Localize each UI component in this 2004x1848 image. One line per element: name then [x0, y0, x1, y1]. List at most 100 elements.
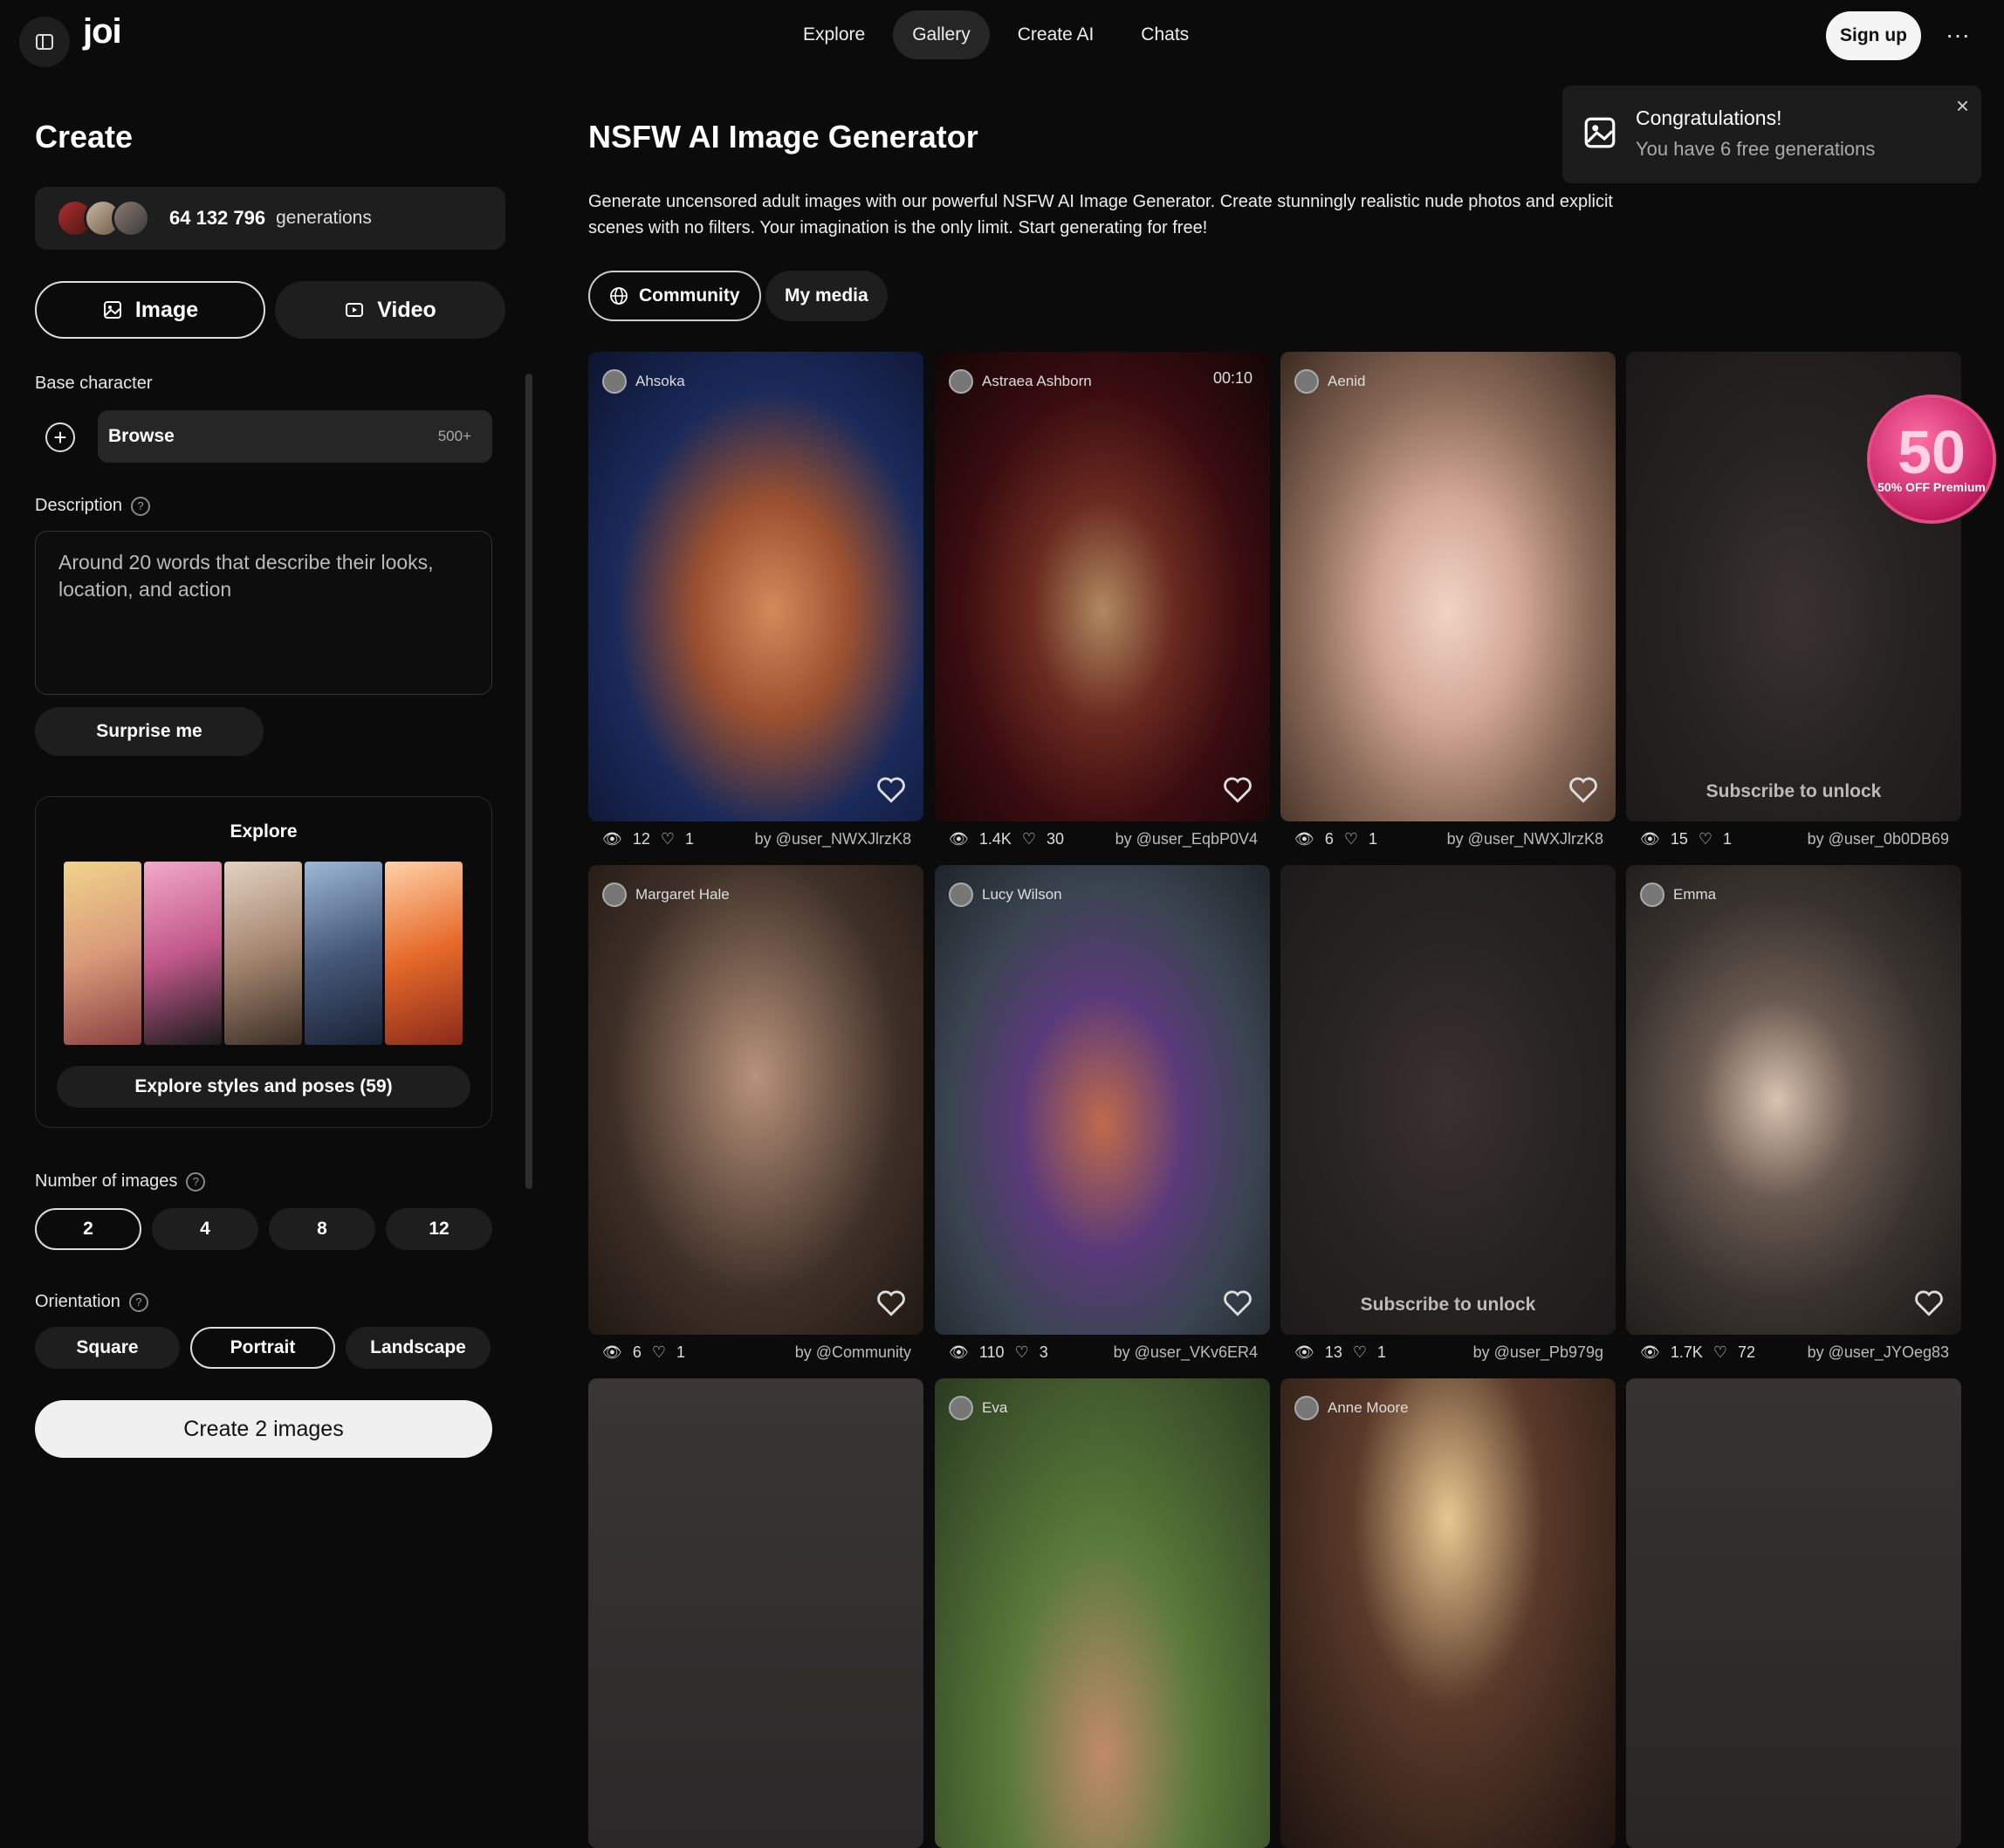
heart-icon: ♡	[1352, 1343, 1368, 1361]
create-sidebar: Create 64 132 796 generations Image Vide…	[35, 70, 505, 1507]
card-image[interactable]: Anne Moore	[1280, 1378, 1616, 1848]
count-option-8[interactable]: 8	[269, 1208, 375, 1250]
heart-icon[interactable]	[876, 1289, 906, 1317]
help-icon[interactable]: ?	[128, 1292, 148, 1312]
eye-icon: 👁	[1640, 830, 1660, 848]
generations-label: generations	[276, 208, 372, 228]
card-views: 1.4K	[978, 830, 1012, 848]
card-creator[interactable]: by @user_NWXJlrzK8	[1447, 830, 1603, 848]
filter-my-media-button[interactable]: My media	[765, 271, 888, 321]
style-thumbnail[interactable]	[385, 862, 463, 1045]
card-creator[interactable]: by @user_JYOeg83	[1808, 1343, 1949, 1362]
video-icon	[346, 303, 364, 317]
card-views: 110	[978, 1343, 1005, 1361]
explore-title: Explore	[230, 821, 298, 842]
signup-button[interactable]: Sign up	[1826, 11, 1921, 60]
card-image-locked[interactable]	[588, 1378, 923, 1848]
close-icon[interactable]: ×	[1956, 93, 1969, 120]
heart-icon[interactable]	[1568, 776, 1598, 804]
nav-create-ai[interactable]: Create AI	[999, 10, 1114, 59]
heart-icon[interactable]	[1223, 776, 1252, 804]
card-image[interactable]: Eva	[935, 1378, 1270, 1848]
card-creator[interactable]: by @user_EqbP0V4	[1115, 830, 1258, 848]
card-name: Margaret Hale	[635, 886, 730, 903]
nav-gallery[interactable]: Gallery	[893, 10, 990, 59]
add-character-icon[interactable]: +	[45, 422, 75, 452]
video-duration: 00:10	[1212, 369, 1252, 387]
avatar	[1640, 883, 1664, 907]
heart-icon[interactable]	[1223, 1289, 1252, 1317]
discount-text: 50% OFF Premium	[1877, 480, 1986, 494]
card-image-locked[interactable]: Subscribe to unlock	[1280, 865, 1616, 1335]
card-image[interactable]: Ahsoka	[588, 352, 923, 821]
subscribe-to-unlock[interactable]: Subscribe to unlock	[1626, 781, 1961, 802]
card-creator[interactable]: by @user_VKv6ER4	[1114, 1343, 1258, 1362]
card-creator[interactable]: by @user_0b0DB69	[1808, 830, 1949, 848]
orientation-landscape[interactable]: Landscape	[346, 1327, 491, 1369]
count-option-12[interactable]: 12	[386, 1208, 492, 1250]
orientation-portrait[interactable]: Portrait	[190, 1327, 335, 1369]
orientation-square[interactable]: Square	[35, 1327, 180, 1369]
card-image[interactable]: Margaret Hale	[588, 865, 923, 1335]
card-stats: 👁 110 ♡ 3	[949, 1343, 1048, 1362]
description-input[interactable]: Around 20 words that describe their look…	[35, 531, 492, 695]
style-thumbnail[interactable]	[64, 862, 141, 1045]
card-stats: 👁 15 ♡ 1	[1640, 830, 1732, 848]
card-stats: 👁 6 ♡ 1	[602, 1343, 685, 1362]
create-images-button[interactable]: Create 2 images	[35, 1400, 492, 1458]
card-creator[interactable]: by @user_NWXJlrzK8	[755, 830, 911, 848]
card-stats: 👁 13 ♡ 1	[1294, 1343, 1386, 1362]
sidebar-scrollbar[interactable]	[525, 374, 532, 1189]
avatar	[602, 369, 627, 394]
card-stats: 👁 1.7K ♡ 72	[1640, 1343, 1755, 1362]
card-image[interactable]: Emma	[1626, 865, 1961, 1335]
toast-subtitle: You have 6 free generations	[1636, 138, 1876, 160]
orientation-selector: Square Portrait Landscape	[35, 1327, 491, 1369]
sidebar-toggle-button[interactable]	[19, 17, 70, 67]
create-title: Create	[35, 119, 134, 155]
card-image-locked[interactable]	[1626, 1378, 1961, 1848]
description-label: Description	[35, 496, 123, 515]
filter-community-button[interactable]: Community	[588, 271, 761, 321]
more-menu-icon[interactable]: ···	[1936, 17, 1980, 52]
heart-icon: ♡	[651, 1343, 667, 1361]
mode-video-button[interactable]: Video	[275, 281, 505, 339]
card-author: Astraea Ashborn	[949, 369, 1092, 394]
eye-icon: 👁	[1640, 1343, 1660, 1361]
image-icon	[1584, 117, 1616, 148]
card-image[interactable]: Astraea Ashborn 00:10	[935, 352, 1270, 821]
mode-image-button[interactable]: Image	[35, 281, 265, 339]
style-thumbnail[interactable]	[144, 862, 222, 1045]
help-icon[interactable]: ?	[186, 1171, 206, 1192]
heart-icon[interactable]	[1914, 1289, 1944, 1317]
card-author: Anne Moore	[1294, 1396, 1409, 1420]
nav-chats[interactable]: Chats	[1122, 10, 1208, 59]
card-views: 6	[1324, 830, 1334, 848]
explore-styles-button[interactable]: Explore styles and poses (59)	[57, 1066, 470, 1108]
eye-icon: 👁	[949, 830, 969, 848]
card-stats: 👁 12 ♡ 1	[602, 830, 694, 848]
surprise-me-button[interactable]: Surprise me	[35, 707, 264, 756]
card-likes: 72	[1738, 1343, 1756, 1361]
style-thumbnail[interactable]	[224, 862, 302, 1045]
browse-count: 500+	[437, 428, 471, 444]
count-option-4[interactable]: 4	[152, 1208, 258, 1250]
card-author: Ahsoka	[602, 369, 685, 394]
eye-icon: 👁	[1294, 1343, 1314, 1361]
help-icon[interactable]: ?	[131, 496, 151, 516]
card-image[interactable]: Lucy Wilson	[935, 865, 1270, 1335]
card-creator[interactable]: by @user_Pb979g	[1473, 1343, 1603, 1362]
subscribe-to-unlock[interactable]: Subscribe to unlock	[1280, 1295, 1616, 1316]
heart-icon[interactable]	[876, 776, 906, 804]
heart-icon: ♡	[1014, 1343, 1029, 1361]
premium-discount-badge[interactable]: 50 50% OFF Premium	[1870, 398, 1993, 520]
card-image[interactable]: Aenid	[1280, 352, 1616, 821]
heart-icon: ♡	[1021, 830, 1037, 848]
avatar-stack	[56, 199, 150, 237]
browse-characters-button[interactable]: Browse 500+	[98, 410, 492, 463]
card-creator[interactable]: by @Community	[795, 1343, 911, 1362]
nav-explore[interactable]: Explore	[784, 10, 884, 59]
style-thumbnail[interactable]	[305, 862, 382, 1045]
logo[interactable]: joi	[83, 12, 122, 52]
count-option-2[interactable]: 2	[35, 1208, 141, 1250]
